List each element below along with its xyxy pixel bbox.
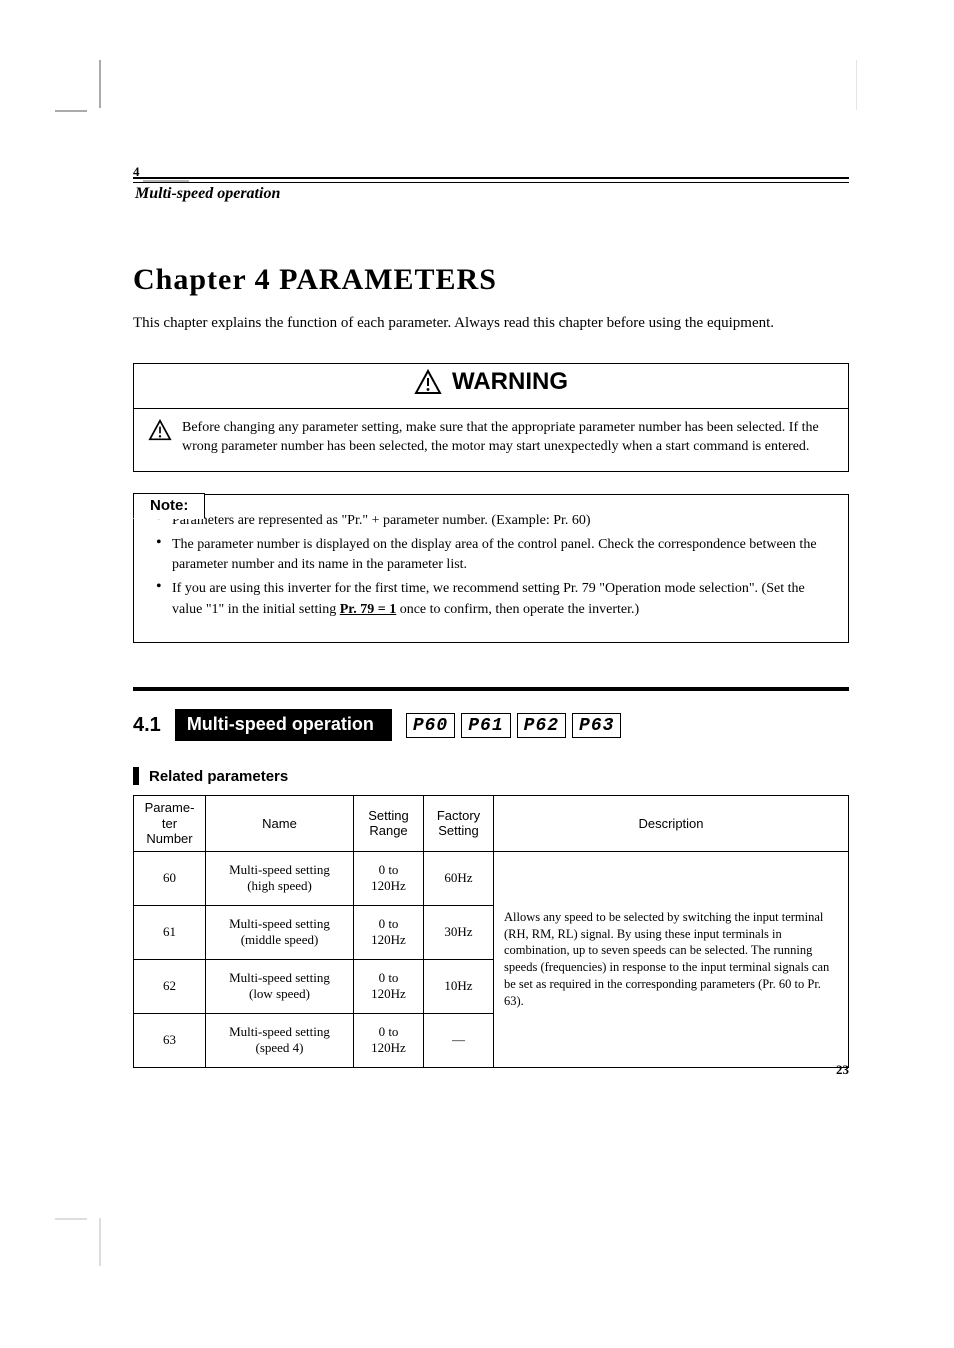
cell-name: Multi-speed setting(middle speed) [206, 905, 354, 959]
warning-header: WARNING [134, 364, 848, 409]
col-header-name: Name [206, 796, 354, 852]
seg7-display: P62 [517, 713, 566, 738]
col-header-factory: FactorySetting [424, 796, 494, 852]
header-rule [133, 177, 849, 183]
crop-mark [55, 110, 87, 112]
table-row: 60 Multi-speed setting(high speed) 0 to1… [134, 851, 849, 905]
cell-range: 0 to120Hz [354, 905, 424, 959]
chapter-title: Chapter 4 PARAMETERS [133, 263, 849, 297]
note-item: Parameters are represented as "Pr." + pa… [156, 511, 830, 531]
header-subtitle: Multi-speed operation [133, 185, 849, 203]
warning-triangle-icon [414, 369, 442, 395]
col-header-number: Parame-terNumber [134, 796, 206, 852]
chapter-caption: This chapter explains the function of ea… [133, 313, 849, 335]
warning-triangle-icon [148, 419, 172, 441]
col-header-range: SettingRange [354, 796, 424, 852]
cell-range: 0 to120Hz [354, 959, 424, 1013]
cell-range: 0 to120Hz [354, 1013, 424, 1067]
cell-number: 63 [134, 1013, 206, 1067]
cell-name: Multi-speed setting(low speed) [206, 959, 354, 1013]
related-parameters-heading: Related parameters [133, 767, 849, 785]
section-number: 4.1 [133, 714, 161, 737]
note-box: Note: Parameters are represented as "Pr.… [133, 494, 849, 643]
parameters-table: Parame-terNumber Name SettingRange Facto… [133, 795, 849, 1068]
cell-name: Multi-speed setting(speed 4) [206, 1013, 354, 1067]
cell-factory: 30Hz [424, 905, 494, 959]
cell-name: Multi-speed setting(high speed) [206, 851, 354, 905]
note-emphasis: Pr. 79 = 1 [340, 602, 396, 617]
cell-description: Allows any speed to be selected by switc… [494, 851, 849, 1067]
footer-page-number: 23 [836, 1062, 849, 1078]
note-item: The parameter number is displayed on the… [156, 535, 830, 576]
section-title: Multi-speed operation [175, 709, 392, 741]
seg7-display: P60 [406, 713, 455, 738]
cell-factory: 10Hz [424, 959, 494, 1013]
cell-number: 60 [134, 851, 206, 905]
page-label-top: 4 [133, 164, 140, 180]
seg7-display: P61 [461, 713, 510, 738]
note-tab-label: Note: [133, 493, 205, 519]
heading-marker-icon [133, 767, 139, 785]
col-header-description: Description [494, 796, 849, 852]
crop-mark [856, 60, 857, 110]
crop-mark [55, 1218, 87, 1220]
note-item: If you are using this inverter for the f… [156, 579, 830, 620]
cell-range: 0 to120Hz [354, 851, 424, 905]
warning-box: WARNING Before changing any parameter se… [133, 363, 849, 472]
section-display-codes: P60 P61 P62 P63 [406, 713, 622, 738]
warning-label: WARNING [452, 368, 568, 396]
crop-mark [99, 1218, 101, 1266]
cell-number: 61 [134, 905, 206, 959]
cell-factory: — [424, 1013, 494, 1067]
crop-mark [99, 60, 101, 108]
cell-number: 62 [134, 959, 206, 1013]
warning-body-text: Before changing any parameter setting, m… [182, 419, 834, 457]
seg7-display: P63 [572, 713, 621, 738]
section-rule [133, 687, 849, 691]
cell-factory: 60Hz [424, 851, 494, 905]
section-heading: 4.1 Multi-speed operation P60 P61 P62 P6… [133, 709, 849, 741]
